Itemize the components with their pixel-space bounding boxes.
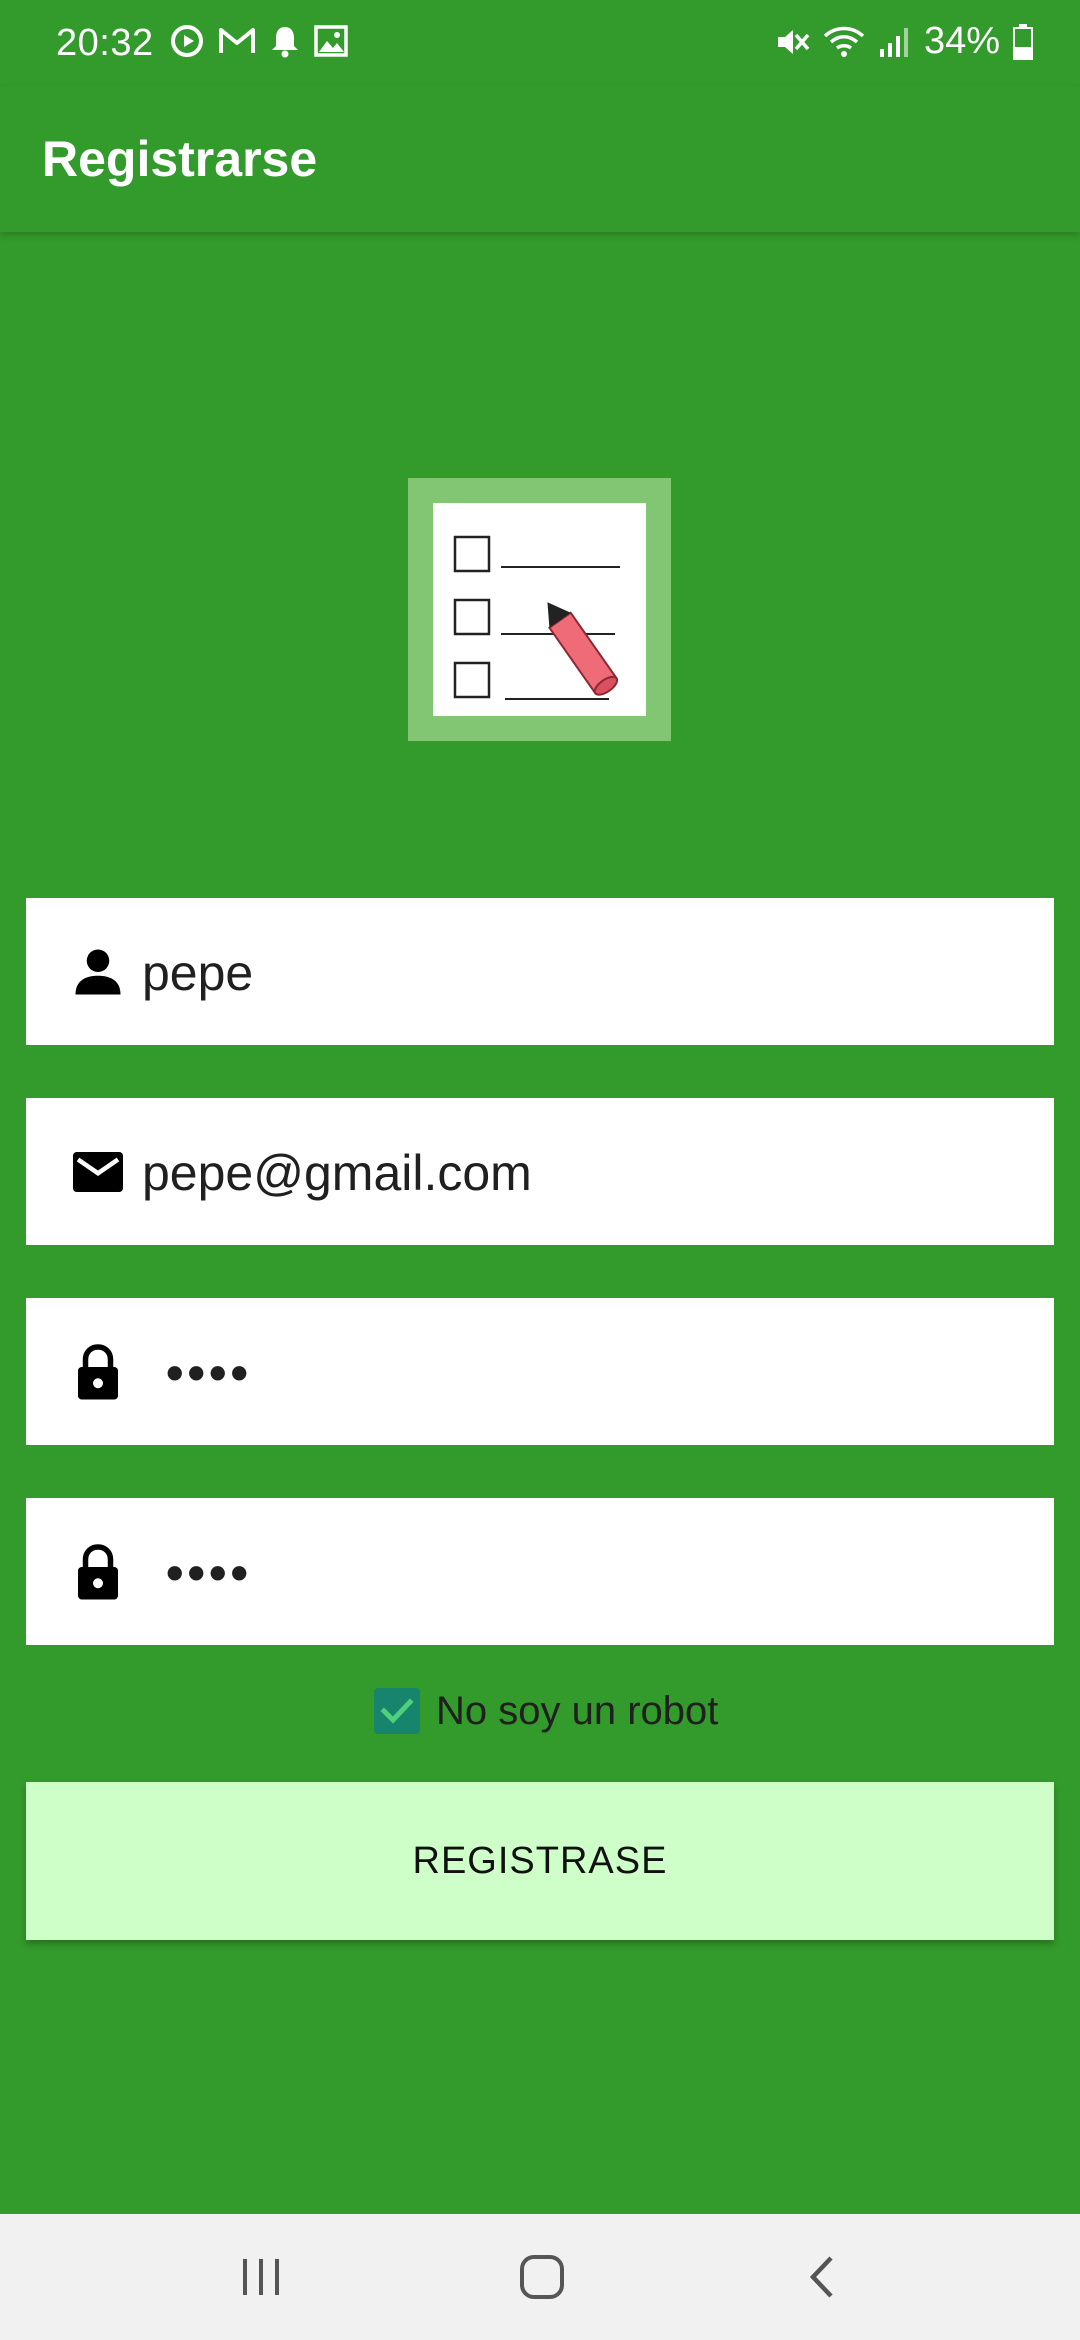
status-notification-icons	[170, 24, 348, 58]
status-bar: 20:32 34%	[0, 0, 1080, 86]
home-button[interactable]	[507, 2242, 577, 2312]
battery-icon	[1013, 23, 1033, 60]
email-field[interactable]: pepe@gmail.com	[26, 1098, 1054, 1245]
status-time: 20:32	[56, 22, 154, 64]
recents-button[interactable]	[226, 2242, 296, 2312]
gallery-icon	[314, 25, 348, 57]
mail-icon	[73, 1152, 123, 1192]
app-bar: Registrarse	[0, 86, 1080, 232]
lock-icon	[78, 1344, 118, 1400]
gmail-icon	[219, 28, 255, 53]
home-icon	[520, 2255, 564, 2299]
checklist-icon	[453, 535, 620, 700]
battery-percentage: 34%	[923, 20, 1000, 62]
person-icon	[75, 949, 121, 995]
register-button[interactable]: REGISTRASE	[26, 1782, 1054, 1940]
mute-icon	[777, 29, 810, 54]
password-field[interactable]: ••••	[26, 1298, 1054, 1445]
back-icon	[809, 2256, 833, 2298]
recents-icon	[243, 2259, 279, 2295]
system-nav-bar	[0, 2214, 1080, 2340]
password-input[interactable]: ••••	[166, 1344, 252, 1402]
media-icon	[171, 25, 203, 57]
check-icon	[380, 1698, 414, 1724]
email-input[interactable]: pepe@gmail.com	[142, 1144, 1022, 1202]
username-input[interactable]: pepe	[142, 944, 1022, 1002]
captcha-row[interactable]: No soy un robot	[374, 1688, 718, 1734]
signal-icon	[879, 27, 908, 57]
captcha-label: No soy un robot	[436, 1688, 719, 1733]
captcha-checkbox[interactable]	[374, 1688, 420, 1734]
confirm-password-input[interactable]: ••••	[166, 1544, 252, 1602]
bell-icon	[272, 27, 298, 58]
confirm-password-field[interactable]: ••••	[26, 1498, 1054, 1645]
wifi-icon	[823, 26, 865, 57]
page-title: Registrarse	[42, 131, 318, 187]
username-field[interactable]: pepe	[26, 898, 1054, 1045]
lock-icon	[78, 1544, 118, 1600]
register-button-label: REGISTRASE	[412, 1839, 668, 1882]
logo-paper	[433, 503, 646, 716]
app-logo	[408, 478, 671, 741]
back-button[interactable]	[788, 2242, 858, 2312]
status-system-icons: 34%	[774, 20, 1034, 63]
